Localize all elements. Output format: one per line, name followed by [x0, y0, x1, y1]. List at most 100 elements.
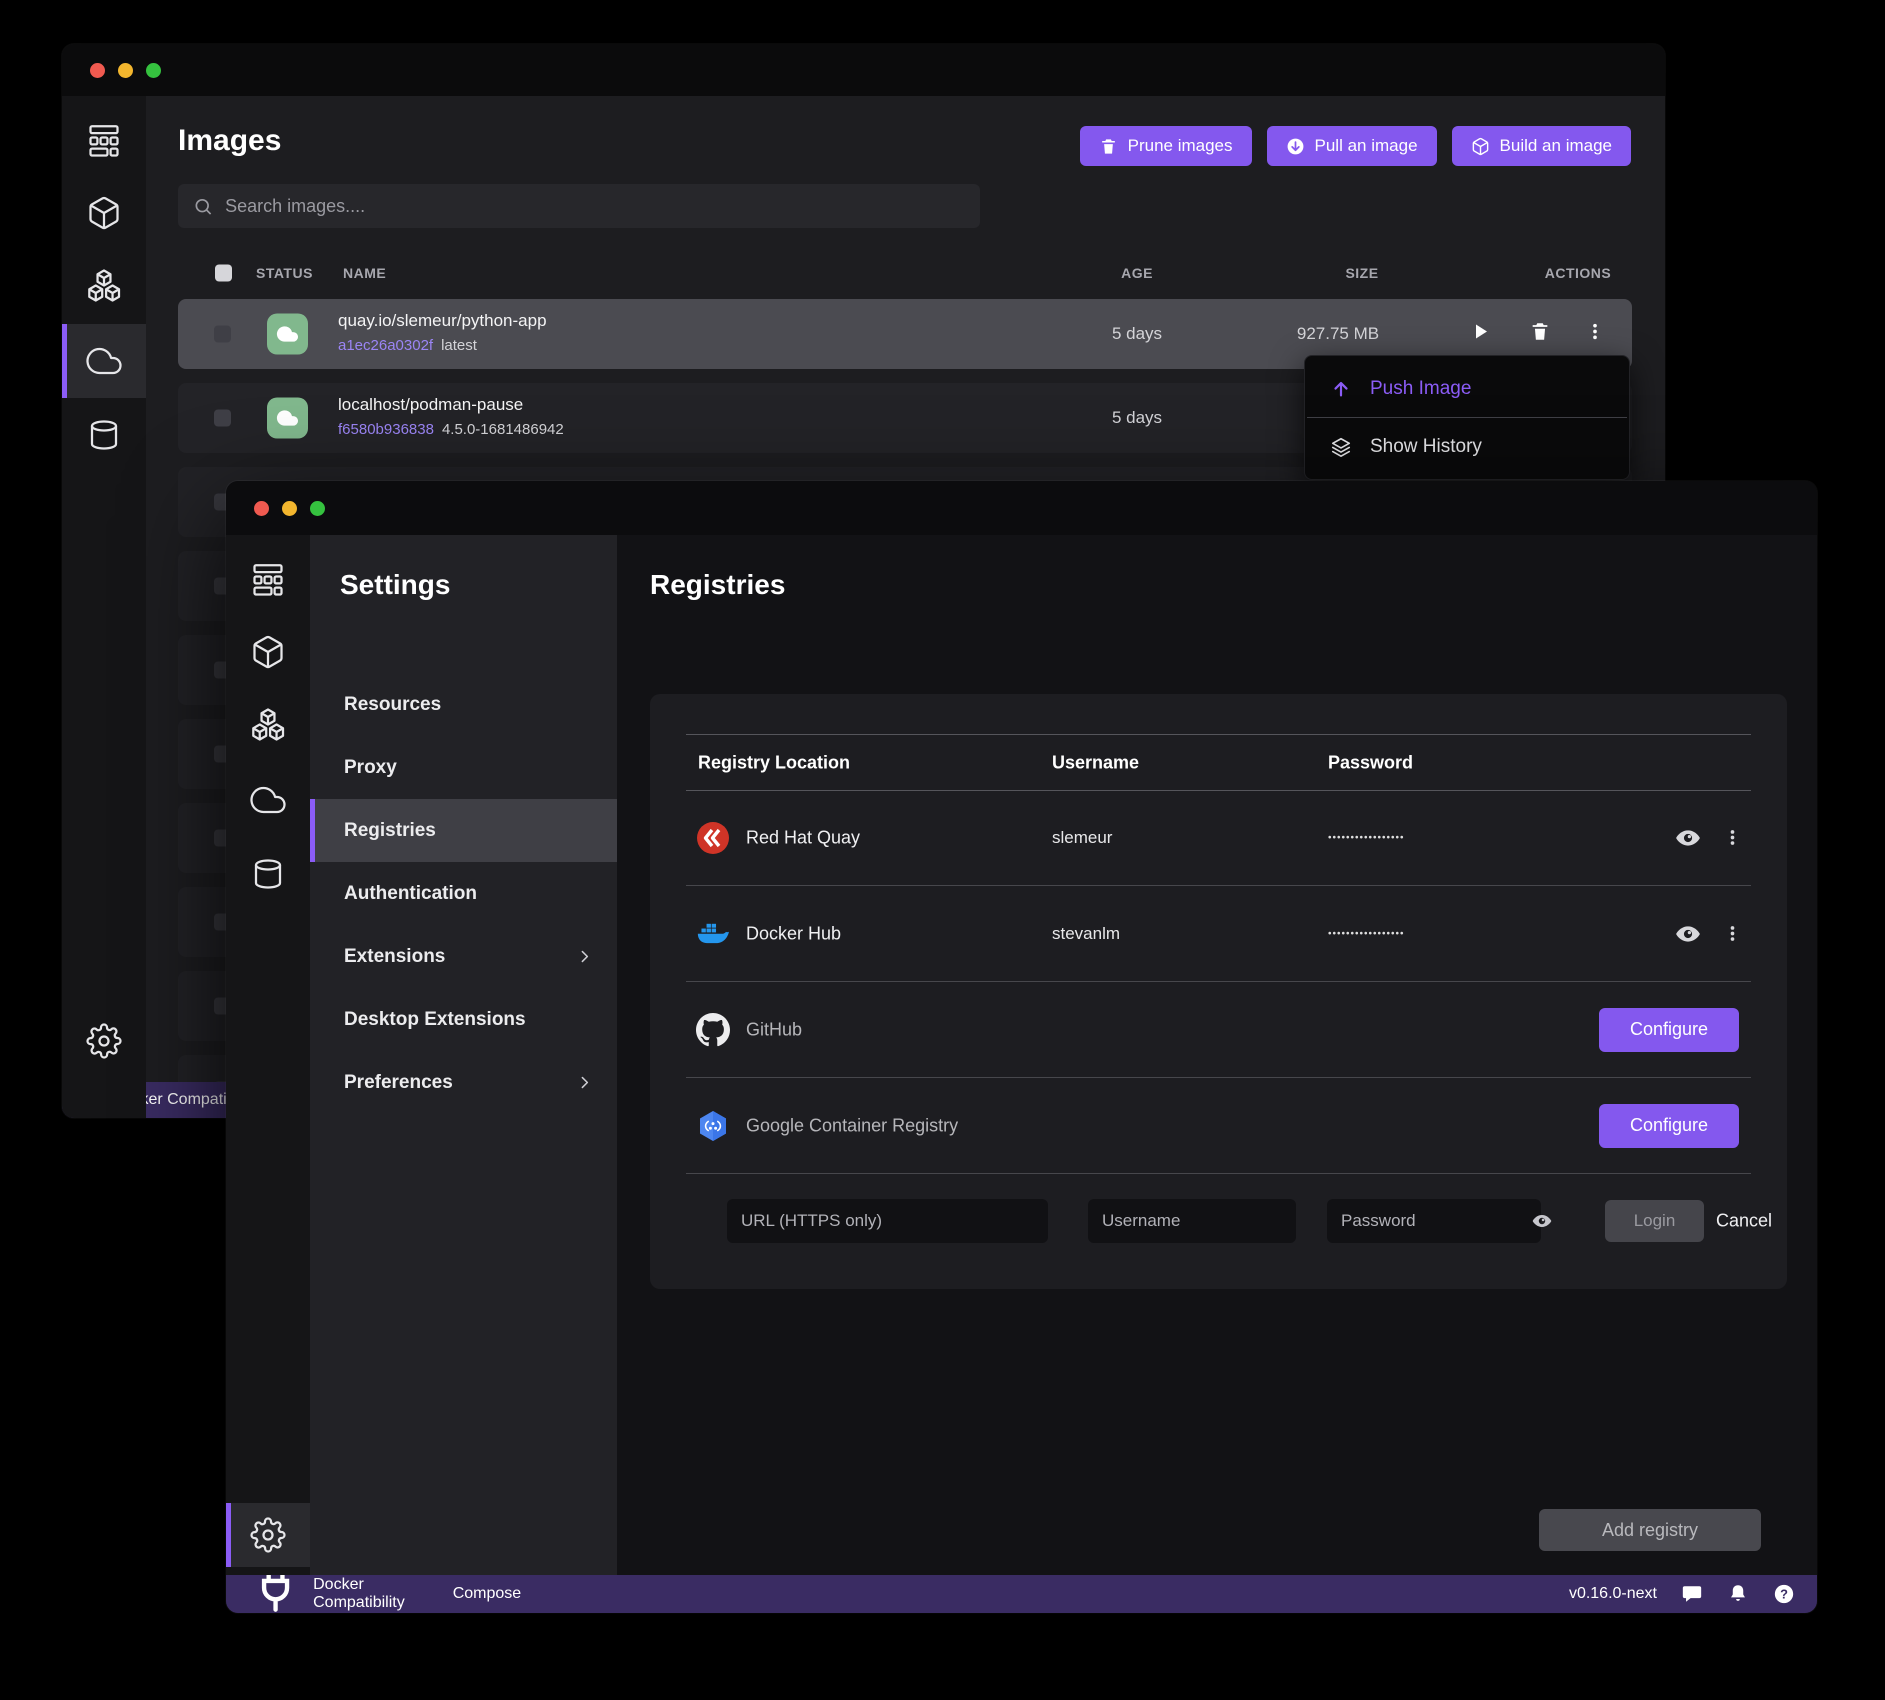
dashboard-icon — [86, 121, 122, 157]
nav-item-proxy[interactable]: Proxy — [310, 736, 617, 799]
registries-page: Registries Registry Location Username Pa… — [617, 535, 1817, 1575]
select-all-checkbox[interactable] — [215, 265, 232, 282]
sidebar-item-images[interactable] — [62, 324, 146, 398]
page-title: Images — [178, 124, 281, 158]
login-button[interactable]: Login — [1605, 1200, 1704, 1242]
help-icon[interactable]: ? — [1773, 1583, 1795, 1605]
notifications-bell-icon[interactable] — [1727, 1583, 1749, 1605]
nav-item-resources[interactable]: Resources — [310, 673, 617, 736]
minimize-window-button[interactable] — [282, 501, 297, 516]
gear-icon — [250, 1517, 286, 1553]
dashboard-icon — [250, 560, 286, 596]
maximize-window-button[interactable] — [310, 501, 325, 516]
volumes-icon — [86, 417, 122, 453]
row-checkbox[interactable] — [214, 326, 231, 343]
menu-item-show-history[interactable]: Show History — [1305, 418, 1629, 475]
add-registry-button[interactable]: Add registry — [1539, 1509, 1761, 1551]
delete-image-button[interactable] — [1529, 321, 1551, 348]
registries-card: Registry Location Username Password Red … — [650, 694, 1787, 1289]
show-password-button[interactable] — [1671, 821, 1705, 855]
sidebar-item-containers[interactable] — [62, 176, 146, 250]
registry-row-github: GitHub Configure — [686, 982, 1751, 1078]
close-window-button[interactable] — [90, 63, 105, 78]
image-kebab-menu-button[interactable] — [1585, 322, 1605, 347]
sidebar-item-settings[interactable] — [226, 1503, 310, 1567]
registry-kebab-menu-button[interactable] — [1715, 917, 1749, 951]
container-cube-icon — [86, 195, 122, 231]
sidebar-item-containers[interactable] — [226, 615, 310, 689]
nav-item-desktop-extensions[interactable]: Desktop Extensions — [310, 988, 617, 1051]
col-username: Username — [1052, 752, 1139, 773]
sidebar-item-dashboard[interactable] — [62, 102, 146, 176]
col-actions: ACTIONS — [1545, 265, 1612, 281]
image-tag: latest — [441, 337, 477, 354]
sidebar-item-images[interactable] — [226, 763, 310, 837]
cloud-icon — [276, 323, 299, 346]
pods-icon — [86, 269, 122, 305]
configure-gcr-button[interactable]: Configure — [1599, 1104, 1739, 1148]
close-window-button[interactable] — [254, 501, 269, 516]
titlebar — [226, 481, 1817, 535]
image-id: a1ec26a0302f — [338, 337, 433, 354]
registry-username-input[interactable] — [1088, 1199, 1296, 1243]
compose-status[interactable]: Compose — [443, 1585, 521, 1603]
gear-icon — [86, 1023, 122, 1059]
app-sidebar — [62, 96, 146, 1118]
image-size: 927.75 MB — [1297, 324, 1379, 344]
red-hat-quay-icon — [696, 821, 730, 855]
run-image-button[interactable] — [1468, 320, 1492, 349]
registry-password-input[interactable] — [1327, 1199, 1541, 1243]
configure-github-button[interactable]: Configure — [1599, 1008, 1739, 1052]
registry-url-input[interactable] — [727, 1199, 1048, 1243]
images-cloud-icon — [250, 782, 286, 818]
registry-username: stevanlm — [1052, 924, 1120, 944]
search-icon — [193, 196, 213, 217]
row-checkbox[interactable] — [214, 410, 231, 427]
registry-username: slemeur — [1052, 828, 1112, 848]
registry-name: Docker Hub — [746, 923, 841, 944]
volumes-icon — [250, 856, 286, 892]
nav-item-registries[interactable]: Registries — [310, 799, 617, 862]
sidebar-item-volumes[interactable] — [62, 398, 146, 472]
page-title: Registries — [650, 569, 785, 601]
toggle-password-visibility-button[interactable] — [1525, 1204, 1559, 1238]
chevron-right-icon — [576, 948, 593, 965]
menu-item-push-image[interactable]: Push Image — [1305, 360, 1629, 417]
col-registry-location: Registry Location — [698, 752, 850, 773]
feedback-bubble-icon[interactable] — [1681, 1583, 1703, 1605]
pull-image-button[interactable]: Pull an image — [1267, 126, 1437, 166]
settings-nav: Settings Resources Proxy Registries Auth… — [310, 535, 617, 1575]
svg-text:?: ? — [1780, 1587, 1788, 1602]
sidebar-item-pods[interactable] — [226, 689, 310, 763]
build-image-button[interactable]: Build an image — [1452, 126, 1631, 166]
titlebar — [62, 44, 1665, 96]
google-container-registry-icon — [696, 1109, 730, 1143]
nav-item-extensions[interactable]: Extensions — [310, 925, 617, 988]
cancel-button[interactable]: Cancel — [1716, 1211, 1772, 1232]
minimize-window-button[interactable] — [118, 63, 133, 78]
sidebar-item-settings[interactable] — [62, 1004, 146, 1078]
image-id: f6580b936838 — [338, 421, 434, 438]
docker-hub-icon — [696, 917, 730, 951]
pods-icon — [250, 708, 286, 744]
layers-icon — [1330, 436, 1352, 458]
sidebar-item-volumes[interactable] — [226, 837, 310, 911]
image-status-tile — [267, 314, 308, 355]
app-version: v0.16.0-next — [1569, 1585, 1657, 1603]
eye-icon — [1674, 824, 1702, 852]
show-password-button[interactable] — [1671, 917, 1705, 951]
col-status: STATUS — [256, 265, 313, 281]
nav-item-authentication[interactable]: Authentication — [310, 862, 617, 925]
maximize-window-button[interactable] — [146, 63, 161, 78]
search-images-input[interactable] — [225, 196, 965, 217]
settings-title: Settings — [340, 569, 450, 601]
col-password: Password — [1328, 752, 1413, 773]
arrow-up-icon — [1330, 378, 1352, 400]
sidebar-item-pods[interactable] — [62, 250, 146, 324]
nav-item-preferences[interactable]: Preferences — [310, 1051, 617, 1114]
registry-kebab-menu-button[interactable] — [1715, 821, 1749, 855]
prune-images-button[interactable]: Prune images — [1080, 126, 1252, 166]
sidebar-item-dashboard[interactable] — [226, 541, 310, 615]
image-age: 5 days — [1112, 408, 1162, 428]
search-images-bar — [178, 184, 980, 228]
